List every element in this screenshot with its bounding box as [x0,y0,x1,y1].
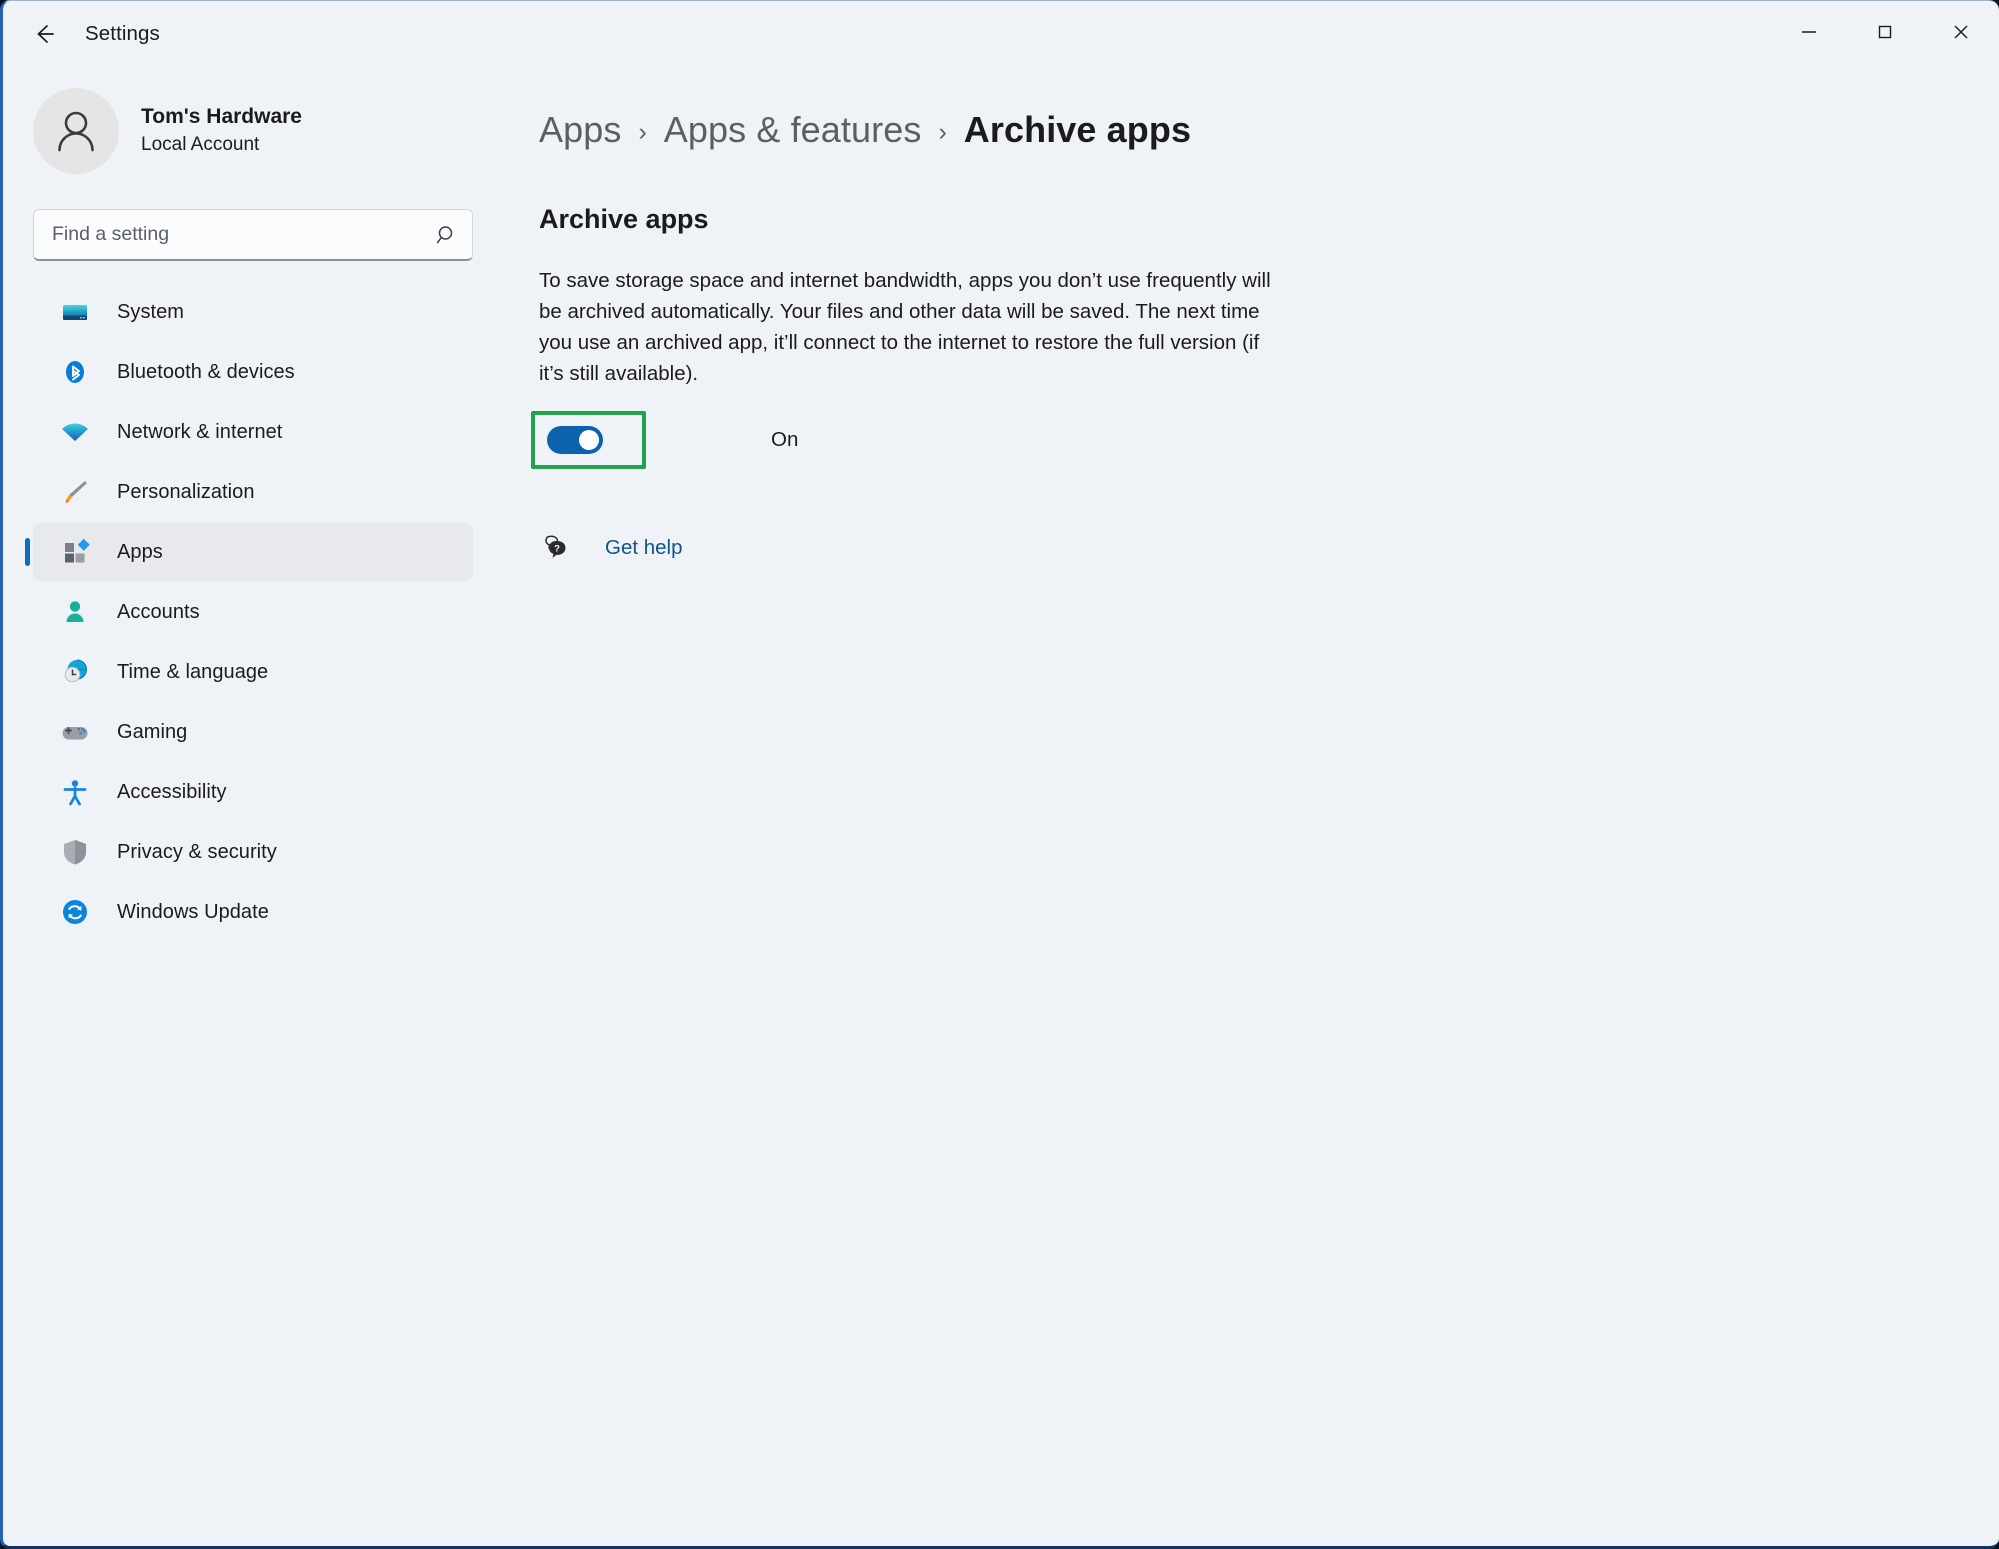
window-controls [1771,1,1999,63]
sidebar-item-personalization[interactable]: Personalization [33,463,473,521]
account-name: Tom's Hardware [141,105,302,129]
refresh-circle-icon [59,896,91,928]
description-text: To save storage space and internet bandw… [539,269,1271,385]
help-question-bubble-icon: ? [541,531,575,565]
person-icon [59,596,91,628]
apps-grid-icon [59,536,91,568]
sidebar-item-label: Apps [117,540,163,563]
sidebar-item-accounts[interactable]: Accounts [33,583,473,641]
maximize-icon [1878,25,1892,39]
minimize-icon [1802,31,1816,33]
sidebar-item-system[interactable]: System [33,283,473,341]
search-box[interactable] [33,209,473,261]
maximize-button[interactable] [1847,1,1923,63]
account-text: Tom's Hardware Local Account [141,103,302,159]
sidebar-item-privacy-security[interactable]: Privacy & security [33,823,473,881]
app-title: Settings [85,22,160,45]
sidebar-item-label: Time & language [117,660,269,683]
close-icon [1954,25,1968,39]
account-type: Local Account [141,134,260,156]
get-help-row[interactable]: ? Get help [541,531,1949,565]
person-avatar-icon [58,111,94,152]
sidebar-item-label: Personalization [117,480,255,503]
get-help-link[interactable]: Get help [605,536,683,560]
breadcrumb-item-apps[interactable]: Apps [539,109,621,151]
toggle-highlight-annotation [531,411,646,469]
monitor-icon [59,296,91,328]
gamepad-icon [59,716,91,748]
shield-icon [59,836,91,868]
archive-apps-toggle-row [547,426,603,454]
chevron-right-icon: › [938,118,947,146]
sidebar-item-accessibility[interactable]: Accessibility [33,763,473,821]
accessibility-person-icon [59,776,91,808]
sidebar-item-label: Bluetooth & devices [117,360,295,383]
sidebar-item-gaming[interactable]: Gaming [33,703,473,761]
back-arrow-icon [37,25,54,43]
close-button[interactable] [1923,1,1999,63]
bluetooth-icon [59,356,91,388]
toggle-knob [579,430,599,450]
sidebar-item-label: Gaming [117,720,188,743]
paintbrush-icon [59,476,91,508]
sidebar: Tom's Hardware Local Account Find a sett… [3,67,503,1546]
back-button[interactable] [15,11,73,57]
navigation-list: System Bluetooth & devices Network & int… [33,283,503,941]
globe-clock-icon [59,656,91,688]
breadcrumb: Apps › Apps & features › Archive apps [539,101,1949,159]
sidebar-item-windows-update[interactable]: Windows Update [33,883,473,941]
sidebar-item-time-language[interactable]: Time & language [33,643,473,701]
chevron-right-icon: › [638,118,647,146]
sidebar-item-apps[interactable]: Apps [33,523,473,581]
sidebar-item-label: Windows Update [117,900,269,923]
sidebar-item-label: System [117,300,184,323]
main-content: Apps › Apps & features › Archive apps Ar… [503,67,1999,1546]
sidebar-item-bluetooth-devices[interactable]: Bluetooth & devices [33,343,473,401]
toggle-state-label: On [771,428,799,451]
sidebar-item-label: Network & internet [117,420,283,443]
page-title: Archive apps [539,204,709,234]
wifi-icon [59,416,91,448]
archive-apps-toggle[interactable] [547,426,603,454]
breadcrumb-item-apps-features[interactable]: Apps & features [664,109,922,151]
breadcrumb-item-archive-apps: Archive apps [963,109,1192,150]
title-bar: Settings [3,1,1999,67]
svg-text:?: ? [554,544,560,555]
account-section[interactable]: Tom's Hardware Local Account [33,81,503,181]
sidebar-item-network-internet[interactable]: Network & internet [33,403,473,461]
sidebar-item-label: Privacy & security [117,840,277,863]
settings-window: Settings Tom's Hardware Local Account Fi… [0,0,1999,1549]
search-input[interactable] [33,209,473,261]
sidebar-item-label: Accounts [117,600,200,623]
avatar [33,88,119,174]
sidebar-item-label: Accessibility [117,780,227,803]
minimize-button[interactable] [1771,1,1847,63]
